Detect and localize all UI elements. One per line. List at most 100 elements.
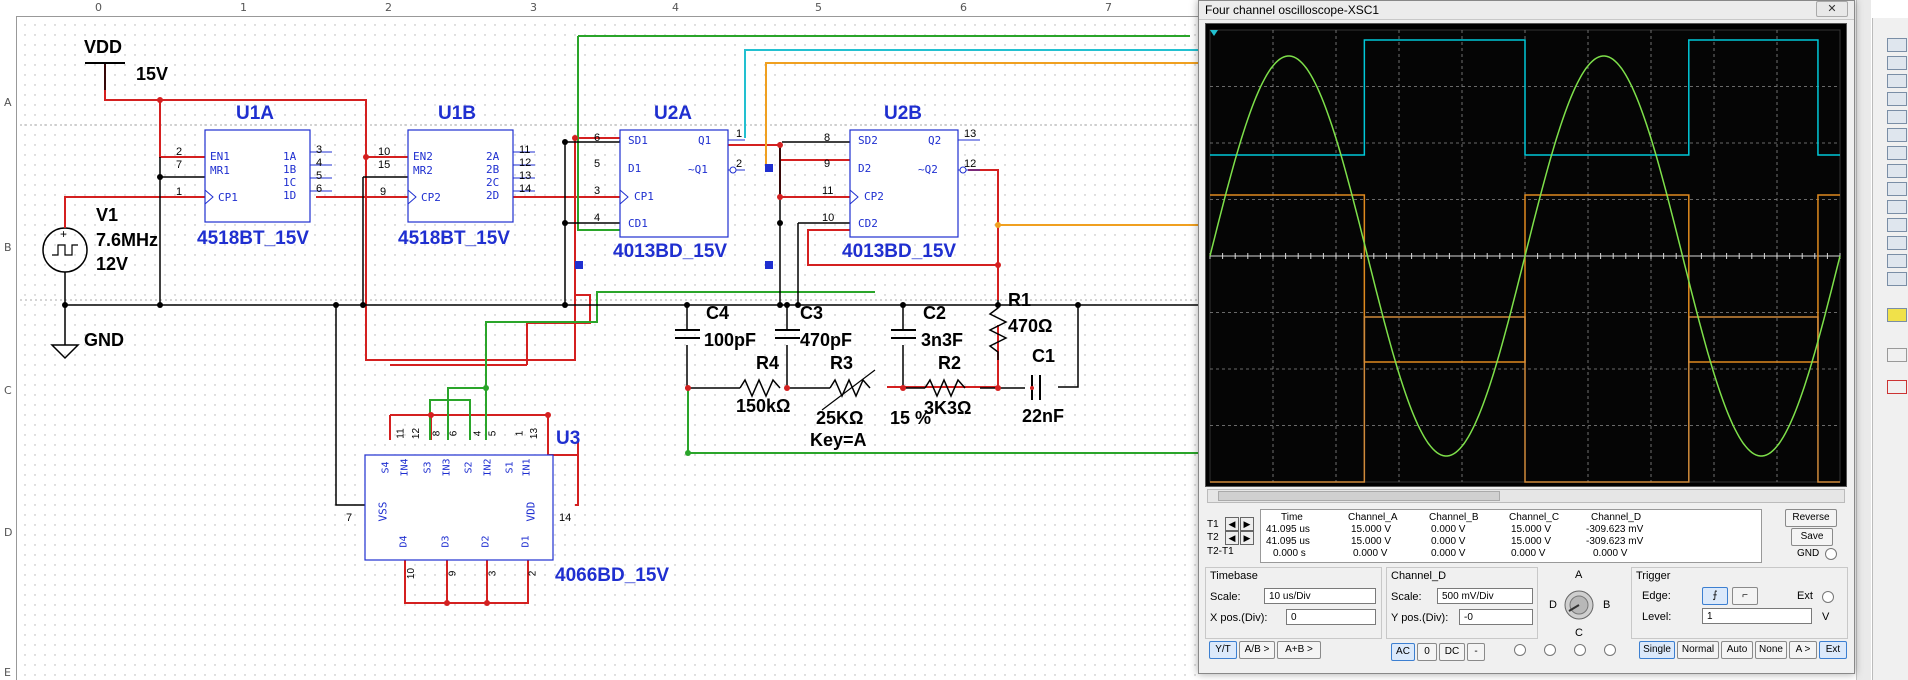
wattmeter-icon[interactable] — [1887, 74, 1907, 88]
save-button[interactable]: Save — [1791, 528, 1833, 546]
channel-selector[interactable]: A B C D — [1539, 569, 1619, 639]
t2-time: 41.095 us — [1266, 536, 1310, 547]
labview-icon[interactable] — [1887, 308, 1907, 322]
t1-channel-b: 0.000 V — [1431, 524, 1466, 535]
normal-button[interactable]: Normal — [1677, 641, 1719, 659]
channel-c-radio[interactable] — [1574, 644, 1586, 656]
logic-analyzer-icon[interactable] — [1887, 182, 1907, 196]
ruler-row-c: C — [4, 384, 12, 397]
current-probe-icon[interactable] — [1887, 348, 1907, 362]
t1-channel-c: 15.000 V — [1511, 524, 1552, 535]
channel-a-radio[interactable] — [1514, 644, 1526, 656]
vertical-scrollbar[interactable] — [1856, 0, 1871, 680]
probe-icon[interactable] — [1887, 380, 1907, 394]
t1-channel-d: -309.623 mV — [1586, 524, 1644, 535]
ruler-left: A B C D E — [0, 16, 17, 680]
t2-right-arrow-icon[interactable]: ▶ — [1240, 531, 1254, 545]
trigger-level-label: Level: — [1642, 611, 1672, 623]
timebase-title: Timebase — [1210, 570, 1258, 582]
trigger-level-field[interactable]: 1 — [1702, 608, 1812, 624]
frequency-counter-icon[interactable] — [1887, 146, 1907, 160]
network-analyzer-icon[interactable] — [1887, 272, 1907, 286]
channel-scale-label: Scale: — [1391, 591, 1422, 603]
t2-channel-c: 15.000 V — [1511, 536, 1552, 547]
t1-channel-a: 15.000 V — [1351, 524, 1392, 535]
u1b-body[interactable] — [407, 129, 514, 223]
u1a-body[interactable] — [204, 129, 311, 223]
dc-coupling-button[interactable]: DC — [1439, 643, 1465, 661]
a-trigger-button[interactable]: A > — [1789, 641, 1817, 659]
scope-scroll-thumb[interactable] — [1218, 491, 1500, 501]
trigger-level-unit: V — [1822, 611, 1830, 623]
auto-button[interactable]: Auto — [1721, 641, 1753, 659]
header-channel-a: Channel_A — [1348, 512, 1398, 523]
multimeter-icon[interactable] — [1887, 38, 1907, 52]
falling-edge-icon[interactable]: ⌐ — [1732, 587, 1758, 605]
close-button[interactable]: ✕ — [1816, 1, 1848, 17]
t2-left-arrow-icon[interactable]: ◀ — [1225, 531, 1239, 545]
t2-channel-b: 0.000 V — [1431, 536, 1466, 547]
channel-scale-field[interactable]: 500 mV/Div — [1437, 588, 1533, 604]
ruler-row-d: D — [4, 526, 13, 539]
header-channel-d: Channel_D — [1591, 512, 1642, 523]
a-plus-b-button[interactable]: A+B > — [1277, 641, 1321, 659]
single-button[interactable]: Single — [1639, 641, 1675, 659]
ruler-top: 0 1 2 3 4 5 6 7 — [0, 0, 1200, 17]
channel-ypos-label: Y pos.(Div): — [1391, 612, 1449, 624]
timebase-scale-field[interactable]: 10 us/Div — [1264, 588, 1376, 604]
instruments-toolbar — [1872, 18, 1908, 680]
oscilloscope-icon[interactable] — [1887, 92, 1907, 106]
ruler-col-2: 2 — [385, 1, 392, 14]
u2a-body[interactable] — [619, 129, 729, 238]
rising-edge-icon[interactable]: ⨍ — [1702, 587, 1728, 605]
oscilloscope-titlebar[interactable]: Four channel oscilloscope-XSC1 ✕ — [1199, 1, 1854, 20]
schematic-canvas[interactable]: + — [0, 0, 1200, 680]
channel-ypos-field[interactable]: -0 — [1459, 609, 1533, 625]
zero-coupling-button[interactable]: 0 — [1417, 643, 1437, 661]
channel-b-radio[interactable] — [1544, 644, 1556, 656]
bode-plotter-icon[interactable] — [1887, 128, 1907, 142]
ab-button[interactable]: A/B > — [1239, 641, 1275, 659]
dt-channel-b: 0.000 V — [1431, 548, 1466, 559]
distortion-analyzer-icon[interactable] — [1887, 236, 1907, 250]
none-button[interactable]: None — [1755, 641, 1787, 659]
iv-analyzer-icon[interactable] — [1887, 218, 1907, 232]
timebase-xpos-field[interactable]: 0 — [1286, 609, 1376, 625]
t1-left-arrow-icon[interactable]: ◀ — [1225, 517, 1239, 531]
function-generator-icon[interactable] — [1887, 56, 1907, 70]
ruler-col-3: 3 — [530, 1, 537, 14]
u3-body[interactable] — [364, 454, 554, 561]
oscilloscope-window[interactable]: Four channel oscilloscope-XSC1 ✕ T1 T2 T… — [1198, 0, 1855, 674]
reverse-button[interactable]: Reverse — [1785, 509, 1837, 527]
channel-d-radio[interactable] — [1604, 644, 1616, 656]
dt-channel-a: 0.000 V — [1353, 548, 1388, 559]
four-channel-oscilloscope-icon[interactable] — [1887, 110, 1907, 124]
trigger-group: Trigger Edge: ⨍ ⌐ Ext Level: 1 V — [1631, 567, 1848, 639]
ac-coupling-button[interactable]: AC — [1391, 643, 1415, 661]
t2-channel-d: -309.623 mV — [1586, 536, 1644, 547]
t2-channel-a: 15.000 V — [1351, 536, 1392, 547]
header-channel-c: Channel_C — [1509, 512, 1560, 523]
ext-trigger-button[interactable]: Ext — [1819, 641, 1847, 659]
channel-knob-icon[interactable] — [1539, 569, 1619, 639]
dt-channel-c: 0.000 V — [1511, 548, 1546, 559]
svg-text:+: + — [60, 227, 67, 241]
spectrum-analyzer-icon[interactable] — [1887, 254, 1907, 268]
t1-time: 41.095 us — [1266, 524, 1310, 535]
scope-display[interactable] — [1205, 23, 1847, 487]
header-time: Time — [1281, 512, 1303, 523]
minus-coupling-button[interactable]: - — [1467, 643, 1485, 661]
t1-right-arrow-icon[interactable]: ▶ — [1240, 517, 1254, 531]
word-generator-icon[interactable] — [1887, 164, 1907, 178]
timebase-xpos-label: X pos.(Div): — [1210, 612, 1268, 624]
timebase-scale-label: Scale: — [1210, 591, 1241, 603]
u2b-body[interactable] — [849, 129, 959, 238]
ruler-col-5: 5 — [815, 1, 822, 14]
scope-scrollbar[interactable] — [1207, 489, 1845, 503]
yt-button[interactable]: Y/T — [1209, 641, 1237, 659]
gnd-radio[interactable] — [1825, 548, 1837, 560]
trigger-title: Trigger — [1636, 570, 1671, 582]
header-channel-b: Channel_B — [1429, 512, 1479, 523]
trigger-ext-radio[interactable] — [1822, 591, 1834, 603]
logic-converter-icon[interactable] — [1887, 200, 1907, 214]
